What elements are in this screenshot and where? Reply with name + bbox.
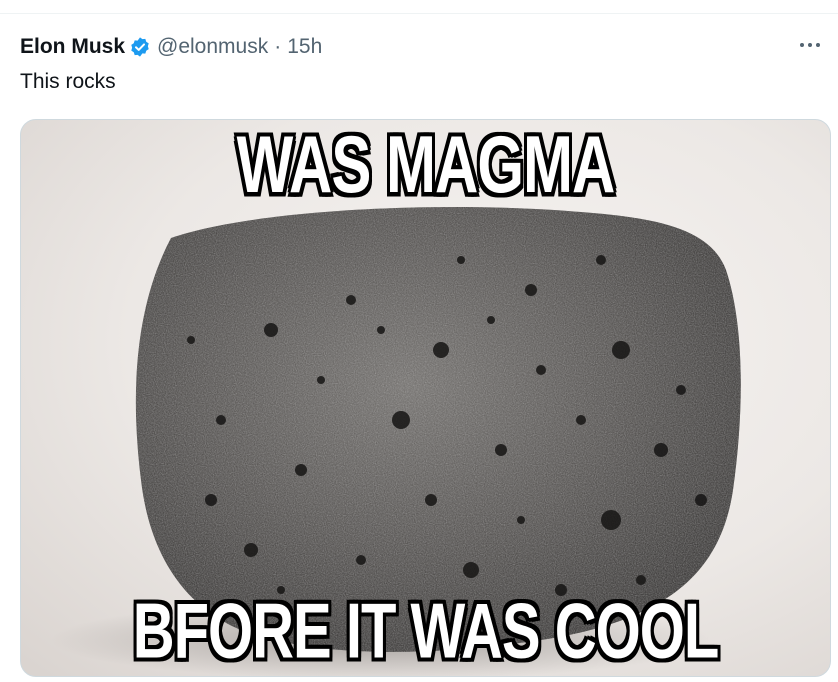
verified-badge-icon <box>129 36 151 58</box>
tweet-media-image[interactable]: WAS MAGMA BFORE IT WAS COOL <box>20 119 831 677</box>
tweet-header: Elon Musk @elonmusk · 15h <box>20 34 322 60</box>
author-handle[interactable]: @elonmusk <box>157 35 268 59</box>
tweet-timestamp[interactable]: 15h <box>287 35 322 59</box>
tweet-text: This rocks <box>20 70 116 93</box>
author-name[interactable]: Elon Musk <box>20 35 125 59</box>
meme-caption-bottom: BFORE IT WAS COOL <box>132 587 720 676</box>
meme-caption-top: WAS MAGMA <box>236 119 616 210</box>
more-options-icon[interactable] <box>796 34 824 56</box>
header-separator: · <box>274 35 282 58</box>
tweet[interactable]: Elon Musk @elonmusk · 15h This rocks WAS… <box>0 0 838 682</box>
